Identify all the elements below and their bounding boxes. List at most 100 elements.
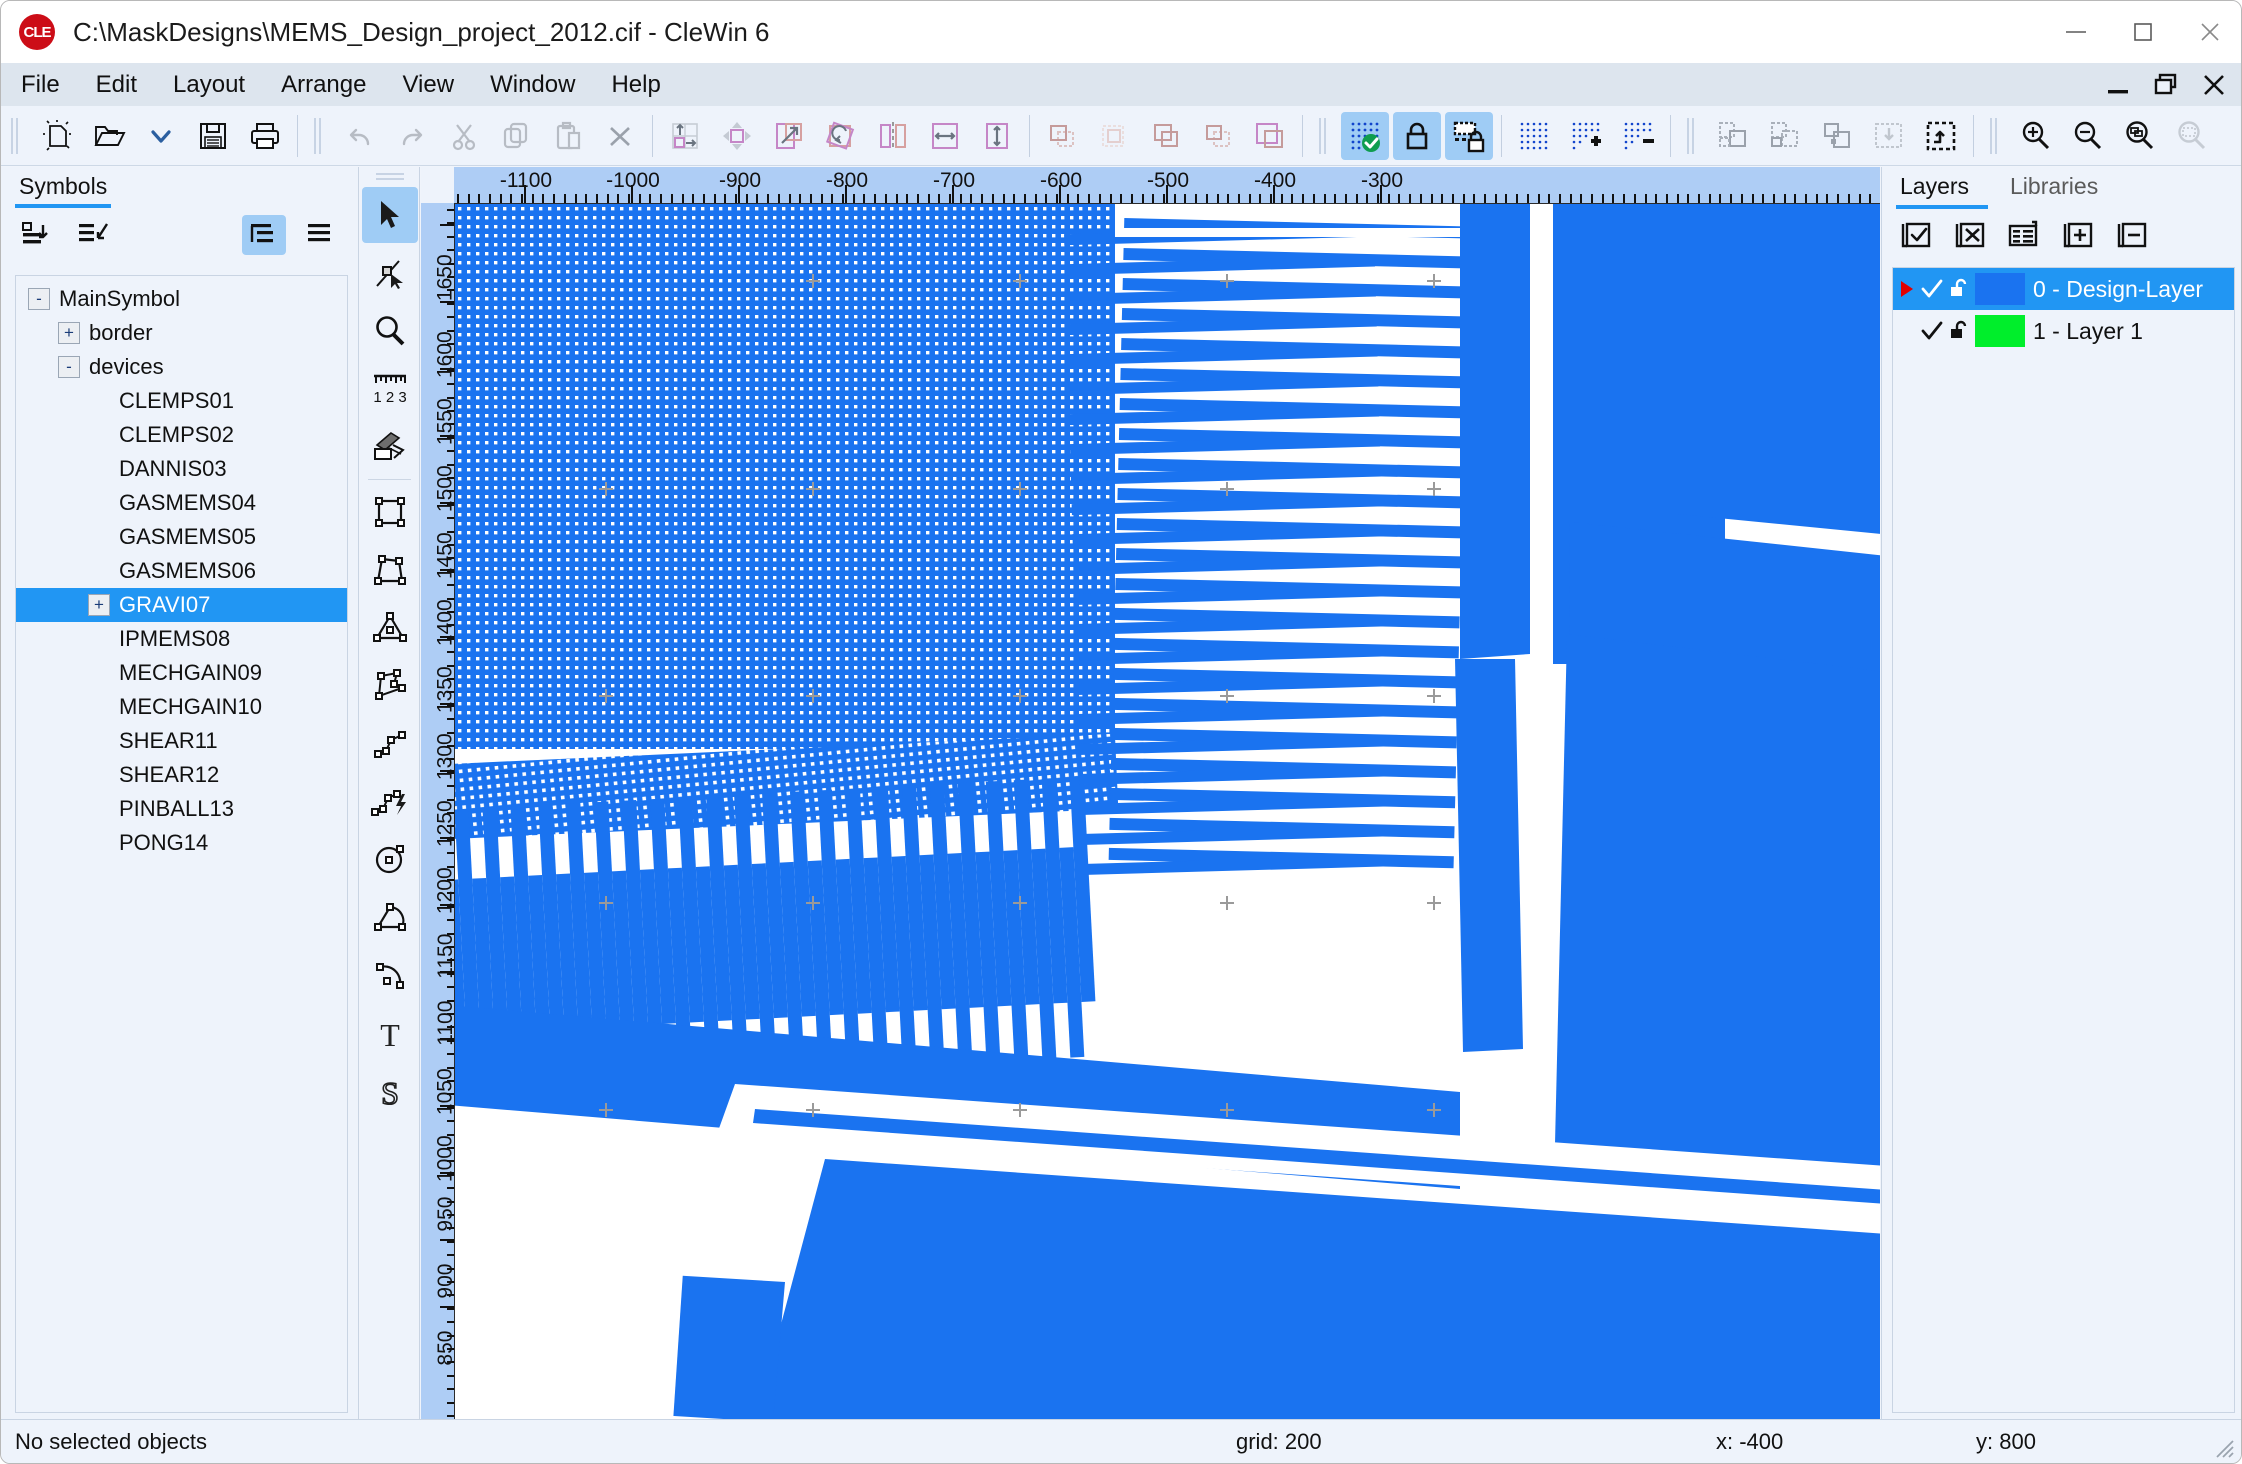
- zoom-tool-icon[interactable]: [362, 303, 418, 359]
- menu-arrange[interactable]: Arrange: [265, 69, 382, 101]
- symbol-tree-item[interactable]: GASMEMS05: [16, 520, 347, 554]
- move-icon[interactable]: [713, 112, 761, 160]
- boolean-subtract-icon[interactable]: [1090, 112, 1138, 160]
- unlocked-padlock-icon[interactable]: [1945, 278, 1975, 300]
- arc-icon[interactable]: [362, 948, 418, 1004]
- boolean-xor-icon[interactable]: [1194, 112, 1242, 160]
- check-icon[interactable]: [1919, 278, 1945, 300]
- edit-vertex-icon[interactable]: [362, 245, 418, 301]
- quadrilateral-icon[interactable]: [362, 542, 418, 598]
- select-arrow-icon[interactable]: [362, 187, 418, 243]
- menu-view[interactable]: View: [386, 69, 470, 101]
- toolbar-grip-5[interactable]: [1990, 117, 2004, 154]
- lock-selection-icon[interactable]: [1445, 111, 1493, 160]
- grid-remove-icon[interactable]: [1614, 112, 1662, 160]
- symbol-tree-item[interactable]: PONG14: [16, 826, 347, 860]
- new-file-icon[interactable]: [33, 112, 81, 160]
- mirror-vertical-icon[interactable]: [869, 112, 917, 160]
- flatten-icon[interactable]: [1813, 112, 1861, 160]
- symbol-tree-item[interactable]: + border: [16, 316, 347, 350]
- print-icon[interactable]: [241, 112, 289, 160]
- undo-icon[interactable]: [336, 112, 384, 160]
- save-icon[interactable]: [189, 112, 237, 160]
- move-to-origin-icon[interactable]: [661, 112, 709, 160]
- layer-color-swatch[interactable]: [1975, 273, 2025, 305]
- collapse-all-icon[interactable]: [71, 215, 115, 255]
- mdi-minimize-icon[interactable]: [2105, 72, 2131, 98]
- mdi-close-icon[interactable]: [2201, 72, 2227, 98]
- toolbar-grip-4[interactable]: [1687, 117, 1701, 154]
- check-icon[interactable]: [1919, 320, 1945, 342]
- tree-collapse-toggle[interactable]: -: [58, 356, 80, 378]
- open-dropdown-chevron-icon[interactable]: [137, 112, 185, 160]
- triangle-icon[interactable]: [362, 600, 418, 656]
- flip-vertical-icon[interactable]: [973, 112, 1021, 160]
- measure-ruler-icon[interactable]: 1 2 3: [362, 361, 418, 417]
- remove-layer-icon[interactable]: [2112, 215, 2152, 255]
- hide-all-layers-icon[interactable]: [1950, 215, 1990, 255]
- list-view-icon[interactable]: [298, 215, 342, 255]
- symbol-tree-item[interactable]: MECHGAIN09: [16, 656, 347, 690]
- layer-row[interactable]: 0 - Design-Layer: [1893, 268, 2234, 310]
- symbol-tree-item[interactable]: IPMEMS08: [16, 622, 347, 656]
- minimize-icon[interactable]: [2042, 1, 2109, 63]
- symbol-tree-item[interactable]: SHEAR11: [16, 724, 347, 758]
- symbols-tree[interactable]: - MainSymbol + border - devices CLEMPS01 CLEMPS…: [15, 275, 348, 1413]
- polyline-flash-icon[interactable]: [362, 774, 418, 830]
- exit-cell-icon[interactable]: [1917, 112, 1965, 160]
- text-icon[interactable]: T: [362, 1006, 418, 1062]
- tree-view-icon[interactable]: [242, 215, 286, 255]
- drawbar-grip[interactable]: [360, 167, 419, 185]
- expand-all-icon[interactable]: [15, 215, 59, 255]
- layer-row[interactable]: 1 - Layer 1: [1893, 310, 2234, 352]
- snap-to-grid-enabled-icon[interactable]: [1341, 111, 1389, 160]
- symbol-tree-item[interactable]: CLEMPS01: [16, 384, 347, 418]
- polyline-icon[interactable]: [362, 716, 418, 772]
- layer-paint-icon[interactable]: [362, 419, 418, 475]
- symbol-tree-item[interactable]: MECHGAIN10: [16, 690, 347, 724]
- rotate-icon[interactable]: [817, 112, 865, 160]
- layer-properties-icon[interactable]: [2004, 215, 2044, 255]
- zoom-fit-icon[interactable]: [2168, 112, 2216, 160]
- toolbar-grip-2[interactable]: [314, 117, 328, 154]
- zoom-out-icon[interactable]: [2064, 112, 2112, 160]
- vertical-ruler[interactable]: 1650 1600 1550 1500 1450 1400 1350 1300 1250 1200…: [421, 203, 454, 1421]
- symbol-tree-item[interactable]: + GRAVI07: [16, 588, 347, 622]
- tree-expand-toggle[interactable]: +: [88, 594, 110, 616]
- show-all-layers-icon[interactable]: [1896, 215, 1936, 255]
- toolbar-grip[interactable]: [11, 117, 25, 154]
- zoom-selection-icon[interactable]: [2116, 112, 2164, 160]
- enter-cell-icon[interactable]: [1865, 112, 1913, 160]
- add-layer-icon[interactable]: [2058, 215, 2098, 255]
- boolean-merge-icon[interactable]: [1246, 112, 1294, 160]
- tab-libraries[interactable]: Libraries: [2010, 173, 2098, 200]
- boolean-intersect-icon[interactable]: [1142, 112, 1190, 160]
- delete-icon[interactable]: [596, 112, 644, 160]
- scale-icon[interactable]: [765, 112, 813, 160]
- symbol-tree-item[interactable]: - devices: [16, 350, 347, 384]
- horizontal-ruler[interactable]: -1100 -1000 -900 -800 -700 -600 -500 -400 -300: [454, 167, 1880, 203]
- tree-expand-toggle[interactable]: +: [58, 322, 80, 344]
- symbol-tree-item[interactable]: SHEAR12: [16, 758, 347, 792]
- symbols-tab[interactable]: Symbols: [1, 167, 358, 208]
- layout-canvas[interactable]: [454, 203, 1880, 1421]
- copy-icon[interactable]: [492, 112, 540, 160]
- symbol-tree-item[interactable]: GASMEMS06: [16, 554, 347, 588]
- lock-icon[interactable]: [1393, 111, 1441, 160]
- menu-file[interactable]: File: [5, 69, 76, 101]
- toolbar-grip-3[interactable]: [1319, 117, 1333, 154]
- circle-icon[interactable]: [362, 832, 418, 888]
- boolean-union-icon[interactable]: [1038, 112, 1086, 160]
- grid-icon[interactable]: [1510, 112, 1558, 160]
- rectangle-icon[interactable]: [362, 484, 418, 540]
- cut-icon[interactable]: [440, 112, 488, 160]
- grid-add-icon[interactable]: [1562, 112, 1610, 160]
- ungroup-icon[interactable]: [1761, 112, 1809, 160]
- close-icon[interactable]: [2176, 1, 2241, 63]
- resize-grip-icon[interactable]: [2213, 1437, 2235, 1459]
- symbol-tree-item[interactable]: DANNIS03: [16, 452, 347, 486]
- menu-layout[interactable]: Layout: [157, 69, 261, 101]
- redo-icon[interactable]: [388, 112, 436, 160]
- symbol-tree-item[interactable]: PINBALL13: [16, 792, 347, 826]
- mdi-restore-icon[interactable]: [2153, 72, 2179, 98]
